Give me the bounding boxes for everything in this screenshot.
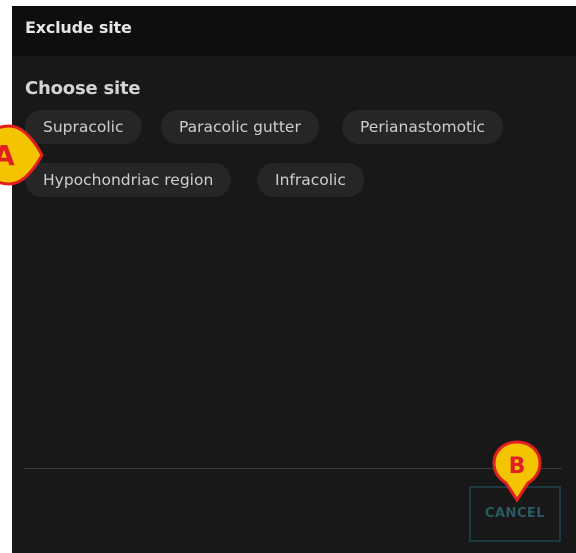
choose-site-heading: Choose site	[25, 78, 141, 99]
dialog-header: Exclude site	[12, 6, 576, 56]
annotation-marker-b: B	[492, 440, 542, 503]
dialog-title: Exclude site	[25, 18, 132, 37]
site-chip-infracolic[interactable]: Infracolic	[257, 163, 364, 197]
site-chip-hypochondriac-region[interactable]: Hypochondriac region	[25, 163, 232, 197]
annotation-marker-a-label: A	[0, 139, 15, 172]
annotation-marker-b-label: B	[509, 454, 526, 479]
annotation-marker-a: A	[0, 124, 44, 186]
site-chip-perianastomotic[interactable]: Perianastomotic	[342, 110, 503, 144]
site-chip-paracolic-gutter[interactable]: Paracolic gutter	[161, 110, 319, 144]
footer-divider	[24, 468, 562, 469]
